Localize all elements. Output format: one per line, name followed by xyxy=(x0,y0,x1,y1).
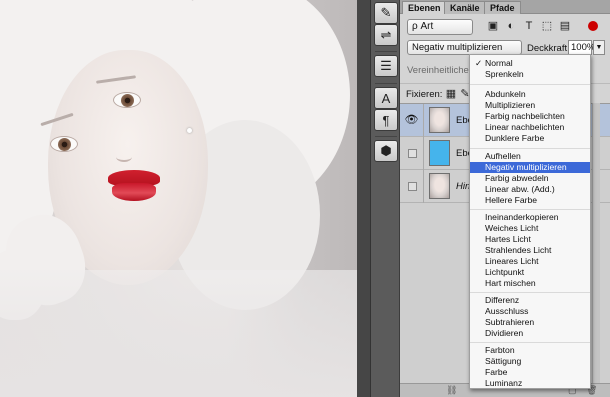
menu-item-ausschluss[interactable]: Ausschluss xyxy=(470,306,590,317)
panel-collapse-strip[interactable] xyxy=(357,0,371,397)
menu-item-dividieren[interactable]: Dividieren xyxy=(470,328,590,339)
brush-settings-icon[interactable]: ✎ xyxy=(374,2,398,24)
menu-item-normal[interactable]: ✓ Normal xyxy=(470,58,590,69)
menu-item-multiplizieren[interactable]: Multiplizieren xyxy=(470,100,590,111)
menu-item-hellere-farbe[interactable]: Hellere Farbe xyxy=(470,195,590,206)
fix-label: Fixieren: xyxy=(406,89,443,100)
document-canvas[interactable] xyxy=(0,0,357,397)
lips xyxy=(108,168,160,204)
menu-item-aufhellen[interactable]: Aufhellen xyxy=(470,151,590,162)
opacity-label: Deckkraft: xyxy=(527,43,570,54)
panel-dock: ✎ ⇌ ☰ A ¶ ⬢ xyxy=(371,0,400,397)
layer-thumbnail xyxy=(429,107,450,133)
body-white-paint xyxy=(0,270,357,397)
menu-item-farbig-nachbelichten[interactable]: Farbig nachbelichten xyxy=(470,111,590,122)
menu-item-farbe[interactable]: Farbe xyxy=(470,367,590,378)
text-filter-icon[interactable]: T xyxy=(522,19,536,33)
chevron-down-icon[interactable]: ▼ xyxy=(593,40,605,55)
filter-row: ρ Art ▣ ◐ T ⬚ ▤ xyxy=(400,15,610,37)
blend-mode-select[interactable]: Negativ multiplizieren xyxy=(407,40,522,55)
tab-pfade[interactable]: Pfade xyxy=(484,1,521,14)
menu-item-weiches-licht[interactable]: Weiches Licht xyxy=(470,223,590,234)
menu-item-abdunkeln[interactable]: Abdunkeln xyxy=(470,89,590,100)
menu-separator xyxy=(470,209,590,210)
smart-object-icon[interactable]: ▤ xyxy=(558,19,572,33)
menu-item-lineares-licht[interactable]: Lineares Licht xyxy=(470,256,590,267)
menu-item-sprenkeln[interactable]: Sprenkeln xyxy=(470,69,590,80)
eye-right xyxy=(113,92,141,108)
character-icon[interactable]: A xyxy=(374,87,398,109)
menu-item-farbton[interactable]: Farbton xyxy=(470,345,590,356)
circle-half-icon[interactable]: ◐ xyxy=(504,19,518,33)
menu-item-negativ-multiplizieren[interactable]: Negativ multiplizieren xyxy=(470,162,590,173)
visibility-toggle[interactable] xyxy=(400,170,424,203)
unify-label: Vereinheitlichen: xyxy=(407,65,477,76)
tool-separator xyxy=(375,83,397,84)
menu-item-linear-abw[interactable]: Linear abw. (Add.) xyxy=(470,184,590,195)
3d-icon[interactable]: ⬢ xyxy=(374,140,398,162)
menu-item-hart-mischen[interactable]: Hart mischen xyxy=(470,278,590,289)
menu-item-ineinanderkopieren[interactable]: Ineinanderkopieren xyxy=(470,212,590,223)
menu-item-dunklere-farbe[interactable]: Dunklere Farbe xyxy=(470,133,590,144)
menu-item-linear-nachbelichten[interactable]: Linear nachbelichten xyxy=(470,122,590,133)
link-icon[interactable]: ⛓ xyxy=(446,384,457,397)
earring xyxy=(187,128,192,133)
shape-filter-icon[interactable]: ⬚ xyxy=(540,19,554,33)
menu-separator xyxy=(470,148,590,149)
filter-toggle-icon[interactable] xyxy=(588,21,598,31)
opacity-input[interactable]: 100% xyxy=(568,40,595,55)
menu-item-differenz[interactable]: Differenz xyxy=(470,295,590,306)
menu-item-subtrahieren[interactable]: Subtrahieren xyxy=(470,317,590,328)
menu-item-strahlendes-licht[interactable]: Strahlendes Licht xyxy=(470,245,590,256)
filter-kind-select[interactable]: ρ Art xyxy=(407,19,473,35)
menu-item-lichtpunkt[interactable]: Lichtpunkt xyxy=(470,267,590,278)
lock-transparency-icon[interactable]: ▦ xyxy=(444,87,458,101)
layer-thumbnail xyxy=(429,173,450,199)
menu-item-saettigung[interactable]: Sättigung xyxy=(470,356,590,367)
adjust-icon[interactable]: ⇌ xyxy=(374,24,398,46)
tab-ebenen[interactable]: Ebenen xyxy=(402,1,447,14)
menu-item-hartes-licht[interactable]: Hartes Licht xyxy=(470,234,590,245)
nose xyxy=(116,152,132,162)
eye-icon[interactable]: 👁 xyxy=(400,104,424,137)
menu-item-farbig-abwedeln[interactable]: Farbig abwedeln xyxy=(470,173,590,184)
panel-tabbar: Ebenen Kanäle Pfade xyxy=(400,0,610,14)
image-filter-icon[interactable]: ▣ xyxy=(486,19,500,33)
layer-comps-icon[interactable]: ☰ xyxy=(374,55,398,77)
menu-separator xyxy=(470,84,590,85)
paragraph-icon[interactable]: ¶ xyxy=(374,109,398,131)
tool-separator xyxy=(375,51,397,52)
layer-thumbnail xyxy=(429,140,450,166)
visibility-toggle[interactable] xyxy=(400,137,424,170)
blend-mode-menu: ✓ Normal Sprenkeln Abdunkeln Multiplizier… xyxy=(469,54,591,389)
tool-separator xyxy=(375,136,397,137)
eye-left xyxy=(50,136,78,152)
layers-scrollbar[interactable] xyxy=(592,103,600,383)
menu-separator xyxy=(470,342,590,343)
menu-separator xyxy=(470,292,590,293)
menu-item-luminanz[interactable]: Luminanz xyxy=(470,378,590,389)
checkmark-icon: ✓ xyxy=(475,58,483,68)
tab-kanaele[interactable]: Kanäle xyxy=(444,1,486,14)
